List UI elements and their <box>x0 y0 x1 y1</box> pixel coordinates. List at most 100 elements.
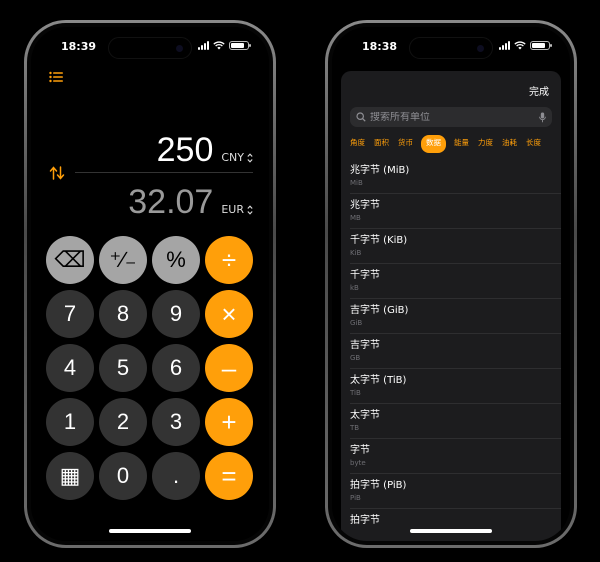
subtract-key[interactable]: – <box>205 344 253 392</box>
home-indicator[interactable] <box>410 529 492 533</box>
add-key[interactable]: + <box>205 398 253 446</box>
from-amount-row[interactable]: 250 CNY <box>91 131 253 170</box>
tab-category[interactable]: 力度 <box>477 135 494 153</box>
search-bar[interactable] <box>350 107 552 127</box>
unit-name: 千字节 <box>350 270 380 281</box>
unit-name: 吉字节 <box>350 340 380 351</box>
unit-abbreviation: GB <box>350 354 361 362</box>
unit-name: 兆字节 (MiB) <box>350 165 410 176</box>
converter-screen: 18:39 250 CNY 32.07 EUR ⌫ ⁺∕₋ % ÷ 7 8 9 … <box>31 27 269 541</box>
tab-category[interactable]: 油耗 <box>501 135 518 153</box>
digit-7-key[interactable]: 7 <box>46 290 94 338</box>
to-amount-row[interactable]: 32.07 EUR <box>91 183 253 222</box>
unit-abbreviation: MiB <box>350 179 363 187</box>
unit-name: 拍字节 (PiB) <box>350 480 407 491</box>
list-item[interactable]: 千字节 kB <box>350 264 561 299</box>
tab-category[interactable]: 角度 <box>349 135 366 153</box>
list-item[interactable]: 兆字节 MB <box>350 194 561 229</box>
wifi-icon <box>213 41 225 50</box>
digit-2-key[interactable]: 2 <box>99 398 147 446</box>
from-currency-selector[interactable]: CNY <box>221 151 253 164</box>
microphone-icon[interactable] <box>539 112 546 123</box>
chevron-up-down-icon <box>247 152 253 163</box>
unit-name: 千字节 (KiB) <box>350 235 408 246</box>
tab-category[interactable]: 数据 <box>421 135 446 153</box>
list-item[interactable]: 拍字节 <box>350 509 561 541</box>
digit-3-key[interactable]: 3 <box>152 398 200 446</box>
unit-name: 吉字节 (GiB) <box>350 305 409 316</box>
status-icons <box>198 41 251 50</box>
keypad: ⌫ ⁺∕₋% ÷ 7 8 9 × 4 5 6– 1 2 3 + ▦ 0. = <box>46 236 258 500</box>
status-bar: 18:38 <box>332 40 570 58</box>
digit-9-key[interactable]: 9 <box>152 290 200 338</box>
battery-icon <box>229 41 251 50</box>
wifi-icon <box>514 41 526 50</box>
percent-key[interactable]: % <box>152 236 200 284</box>
digit-5-key[interactable]: 5 <box>99 344 147 392</box>
backspace-key[interactable]: ⌫ <box>46 236 94 284</box>
tab-category[interactable]: 面积 <box>373 135 390 153</box>
list-item[interactable]: 太字节 (TiB) TiB <box>350 369 561 404</box>
divide-key[interactable]: ÷ <box>205 236 253 284</box>
chevron-up-down-icon <box>247 204 253 215</box>
list-item[interactable]: 字节 byte <box>350 439 561 474</box>
category-tabs: 角度 面积 货币 数据 能量 力度 油耗 长度 <box>341 135 561 153</box>
status-icons <box>499 41 552 50</box>
phone-bezel: 18:39 250 CNY 32.07 EUR ⌫ ⁺∕₋ % ÷ 7 8 9 … <box>27 23 273 545</box>
status-time: 18:39 <box>61 40 97 53</box>
tab-category[interactable]: 货币 <box>397 135 414 153</box>
list-item[interactable]: 兆字节 (MiB) MiB <box>350 159 561 194</box>
list-item[interactable]: 千字节 (KiB) KiB <box>350 229 561 264</box>
phone-unit-picker: 18:38 完成 角度面积货币数据能量力度油耗长度 兆字节 (MiB)MiB兆字… <box>325 20 577 548</box>
digit-8-key[interactable]: 8 <box>99 290 147 338</box>
unit-abbreviation: kB <box>350 284 359 292</box>
status-bar: 18:39 <box>31 40 269 58</box>
list-item[interactable]: 吉字节 (GiB) GiB <box>350 299 561 334</box>
from-amount: 250 <box>156 131 214 169</box>
home-indicator[interactable] <box>109 529 191 533</box>
unit-picker-sheet: 完成 角度面积货币数据能量力度油耗长度 兆字节 (MiB) MiB 兆字节 MB 千字节… <box>341 71 561 541</box>
multiply-key[interactable]: × <box>205 290 253 338</box>
unit-abbreviation: TB <box>350 424 360 432</box>
status-time: 18:38 <box>362 40 398 53</box>
search-input[interactable] <box>370 111 539 123</box>
phone-converter: 18:39 250 CNY 32.07 EUR ⌫ ⁺∕₋ % ÷ 7 8 9 … <box>24 20 276 548</box>
from-currency-code: CNY <box>221 151 244 164</box>
decimal-key[interactable]: . <box>152 452 200 500</box>
tab-category[interactable]: 能量 <box>453 135 470 153</box>
cellular-signal-icon <box>198 41 209 50</box>
unit-abbreviation: KiB <box>350 249 362 257</box>
phone-bezel: 18:38 完成 角度面积货币数据能量力度油耗长度 兆字节 (MiB)MiB兆字… <box>328 23 574 545</box>
calculator-icon-key[interactable]: ▦ <box>46 452 94 500</box>
to-currency-code: EUR <box>221 203 244 216</box>
battery-icon <box>530 41 552 50</box>
list-item[interactable]: 拍字节 (PiB) PiB <box>350 474 561 509</box>
plus-minus-key[interactable]: ⁺∕₋ <box>99 236 147 284</box>
to-currency-selector[interactable]: EUR <box>221 203 253 216</box>
divider <box>75 172 253 173</box>
unit-name: 太字节 <box>350 410 380 421</box>
cellular-signal-icon <box>499 41 510 50</box>
digit-1-key[interactable]: 1 <box>46 398 94 446</box>
digit-0-key[interactable]: 0 <box>99 452 147 500</box>
tab-category[interactable]: 长度 <box>525 135 542 153</box>
unit-abbreviation: GiB <box>350 319 363 327</box>
unit-name: 字节 <box>350 445 370 456</box>
list-item[interactable]: 吉字节 GB <box>350 334 561 369</box>
unit-picker-screen: 18:38 完成 角度面积货币数据能量力度油耗长度 兆字节 (MiB)MiB兆字… <box>332 27 570 541</box>
list-item[interactable]: 太字节 TB <box>350 404 561 439</box>
to-amount: 32.07 <box>128 183 214 221</box>
list-menu-icon[interactable] <box>49 71 63 83</box>
unit-list: 兆字节 (MiB) MiB 兆字节 MB 千字节 (KiB) KiB 千字节 kB 吉字节 (G… <box>350 159 561 541</box>
unit-name: 太字节 (TiB) <box>350 375 407 386</box>
unit-abbreviation: byte <box>350 459 366 467</box>
search-icon <box>356 112 366 122</box>
digit-4-key[interactable]: 4 <box>46 344 94 392</box>
digit-6-key[interactable]: 6 <box>152 344 200 392</box>
equals-key[interactable]: = <box>205 452 253 500</box>
unit-abbreviation: MB <box>350 214 361 222</box>
done-button[interactable]: 完成 <box>529 83 549 98</box>
unit-abbreviation: PiB <box>350 494 361 502</box>
unit-name: 兆字节 <box>350 200 380 211</box>
swap-arrows-icon[interactable] <box>49 165 65 181</box>
